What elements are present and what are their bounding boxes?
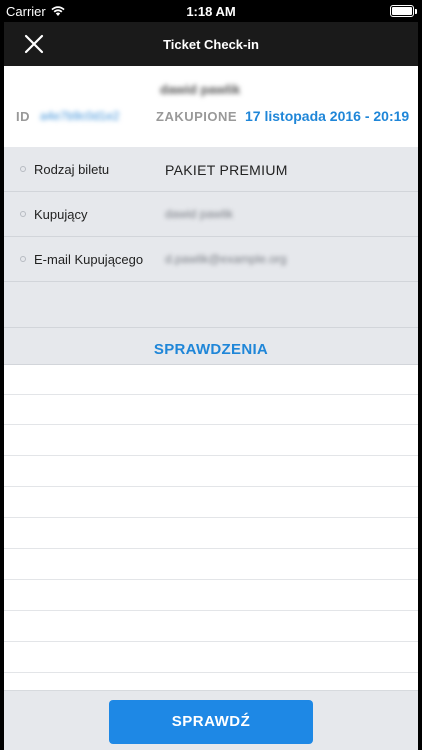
list-item bbox=[4, 457, 418, 487]
id-label: ID bbox=[16, 109, 30, 124]
ticket-details: Rodzaj biletu PAKIET PREMIUM Kupujący da… bbox=[4, 147, 418, 327]
checks-section-title: SPRAWDZENIA bbox=[153, 341, 269, 358]
detail-label: Kupujący bbox=[34, 207, 88, 222]
detail-row-buyer-email: E-mail Kupującego d.pawlik@example.org bbox=[4, 237, 418, 282]
ticket-type-value: PAKIET PREMIUM bbox=[165, 162, 288, 178]
purchased-label: ZAKUPIONE bbox=[156, 109, 238, 124]
list-item bbox=[4, 519, 418, 549]
purchased-date: 17 listopada 2016 - 20:19 bbox=[245, 108, 410, 124]
ticket-content: dawid pawlik ID a4e7b9c0d1e2 ZAKUPIONE 1… bbox=[4, 66, 418, 750]
ticket-holder-name: dawid pawlik bbox=[160, 82, 241, 97]
buyer-value: dawid pawlik bbox=[165, 207, 234, 221]
bottom-action-bar: SPRAWDŹ bbox=[4, 690, 418, 750]
detail-label: Rodzaj biletu bbox=[34, 162, 110, 177]
battery-icon bbox=[390, 5, 417, 17]
buyer-email-value: d.pawlik@example.org bbox=[165, 252, 287, 266]
list-item bbox=[4, 488, 418, 518]
list-item bbox=[4, 550, 418, 580]
page-title: Ticket Check-in bbox=[163, 37, 259, 52]
ticket-id-value: a4e7b9c0d1e2 bbox=[40, 109, 120, 123]
ticket-header: dawid pawlik ID a4e7b9c0d1e2 ZAKUPIONE 1… bbox=[4, 66, 418, 147]
detail-label: E-mail Kupującego bbox=[34, 252, 144, 267]
status-bar: Carrier 1:18 AM bbox=[0, 0, 422, 22]
detail-row-ticket-type: Rodzaj biletu PAKIET PREMIUM bbox=[4, 147, 418, 192]
check-ticket-button[interactable]: SPRAWDŹ bbox=[109, 700, 313, 744]
list-item bbox=[4, 426, 418, 456]
list-item bbox=[4, 365, 418, 395]
list-item bbox=[4, 612, 418, 642]
navigation-bar: Ticket Check-in bbox=[4, 22, 418, 66]
clock: 1:18 AM bbox=[186, 4, 236, 19]
list-item bbox=[4, 581, 418, 611]
detail-row-buyer: Kupujący dawid pawlik bbox=[4, 192, 418, 237]
checks-list bbox=[4, 365, 418, 690]
bullet-icon bbox=[20, 256, 26, 262]
detail-row-empty bbox=[4, 282, 418, 327]
checks-section-header: SPRAWDZENIA bbox=[4, 327, 418, 365]
bullet-icon bbox=[20, 211, 26, 217]
list-item bbox=[4, 643, 418, 673]
list-item bbox=[4, 395, 418, 425]
bullet-icon bbox=[20, 166, 26, 172]
